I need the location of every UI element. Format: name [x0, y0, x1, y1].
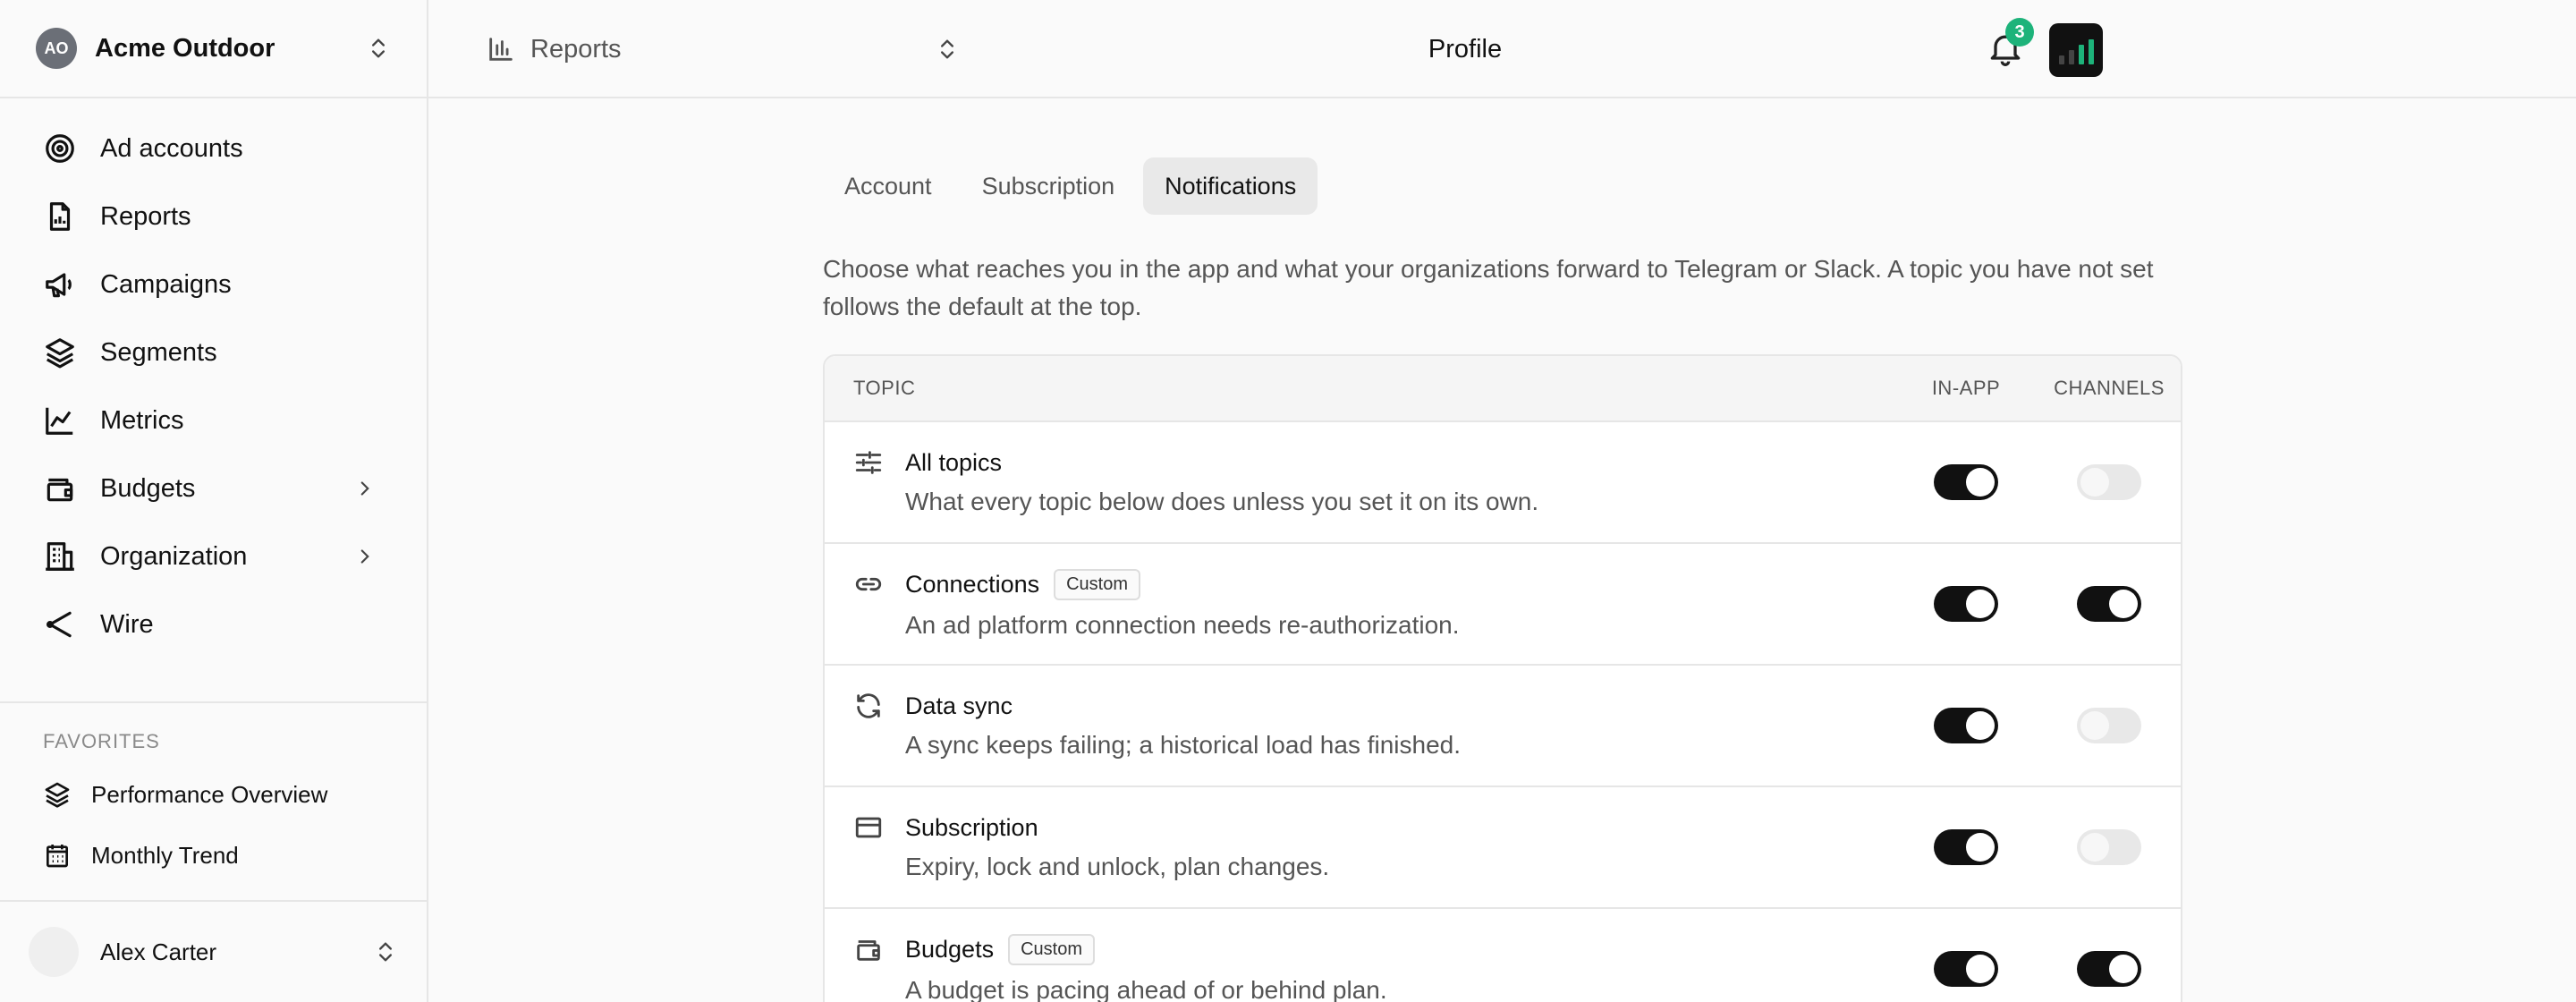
- custom-badge: Custom: [1008, 933, 1095, 965]
- table-header: TOPIC IN-APP CHANNELS: [825, 356, 2181, 422]
- line-chart-icon: [46, 407, 73, 435]
- wallet-icon: [47, 478, 73, 502]
- sidebar-item-segments[interactable]: Segments: [0, 318, 427, 386]
- table-row: Data sync A sync keeps failing; a histor…: [825, 666, 2181, 787]
- in-app-toggle[interactable]: [1934, 829, 1998, 865]
- channels-toggle[interactable]: [2077, 829, 2141, 865]
- header-in-app: IN-APP: [1931, 377, 2001, 399]
- chevron-up-down-icon: [379, 942, 392, 962]
- channels-toggle[interactable]: [2077, 951, 2141, 987]
- tab-notifications[interactable]: Notifications: [1143, 157, 1318, 215]
- calendar-icon: [47, 845, 68, 868]
- sidebar-item-label: Budgets: [100, 473, 196, 503]
- favorite-label: Monthly Trend: [91, 841, 239, 869]
- sidebar-item-reports[interactable]: Reports: [0, 183, 427, 250]
- tab-account[interactable]: Account: [823, 157, 953, 215]
- refresh-icon: [857, 693, 880, 718]
- favorite-item[interactable]: Monthly Trend: [0, 825, 427, 886]
- notification-badge: 3: [2005, 18, 2034, 47]
- sidebar-item-campaigns[interactable]: Campaigns: [0, 250, 427, 318]
- sidebar-item-label: Ad accounts: [100, 133, 243, 163]
- chevron-right-icon: [360, 549, 369, 564]
- profile-tabs: Account Subscription Notifications: [823, 157, 1318, 215]
- sidebar-item-label: Reports: [100, 201, 191, 231]
- header-channels: CHANNELS: [2054, 377, 2165, 399]
- user-name: Alex Carter: [100, 938, 217, 965]
- sidebar-item-wire[interactable]: Wire: [0, 590, 427, 658]
- chevron-up-down-icon: [372, 38, 385, 58]
- row-description: Expiry, lock and unlock, plan changes.: [905, 852, 1330, 880]
- channels-toggle[interactable]: [2077, 464, 2141, 500]
- table-row: All topics What every topic below does u…: [825, 422, 2181, 544]
- report-selector-label: Reports: [530, 34, 622, 64]
- org-name: Acme Outdoor: [95, 33, 275, 63]
- top-bar: Reports Profile: [428, 0, 2576, 98]
- favorites-list: Performance Overview Monthly Trend: [0, 764, 427, 886]
- target-icon: [46, 134, 74, 163]
- org-avatar: AO: [36, 28, 77, 69]
- page-title: Profile: [1428, 34, 1503, 64]
- avatar: [29, 927, 79, 977]
- in-app-toggle[interactable]: [1934, 708, 1998, 743]
- row-title: Subscription: [905, 813, 1038, 841]
- sidebar-item-budgets[interactable]: Budgets: [0, 454, 427, 522]
- org-switcher[interactable]: AO Acme Outdoor: [0, 0, 427, 98]
- sidebar-nav: Ad accounts Reports Campaigns Segments M…: [0, 115, 427, 658]
- user-menu[interactable]: Alex Carter: [0, 900, 427, 1002]
- row-description: A budget is pacing ahead of or behind pl…: [905, 975, 1387, 1002]
- row-description: An ad platform connection needs re-autho…: [905, 610, 1460, 639]
- in-app-toggle[interactable]: [1934, 464, 1998, 500]
- sidebar-item-organization[interactable]: Organization: [0, 522, 427, 590]
- row-description: A sync keeps failing; a historical load …: [905, 730, 1462, 759]
- header-topic: TOPIC: [853, 377, 916, 399]
- intro-text: Choose what reaches you in the app and w…: [823, 255, 2154, 320]
- report-selector[interactable]: Reports: [486, 0, 960, 98]
- sidebar-item-label: Campaigns: [100, 269, 232, 299]
- sidebar-item-label: Organization: [100, 541, 248, 571]
- in-app-toggle[interactable]: [1934, 951, 1998, 987]
- chevron-right-icon: [360, 481, 369, 496]
- layers-icon: [45, 782, 70, 808]
- megaphone-icon: [46, 273, 72, 298]
- sidebar-item-label: Segments: [100, 337, 217, 367]
- layers-icon: [46, 338, 74, 369]
- wallet-icon: [857, 940, 880, 961]
- sidebar-item-label: Metrics: [100, 405, 184, 435]
- sliders-icon: [855, 451, 882, 474]
- notifications-table: TOPIC IN-APP CHANNELS All topics What ev…: [823, 354, 2182, 1002]
- row-title: Budgets: [905, 935, 995, 963]
- channels-toggle[interactable]: [2077, 708, 2141, 743]
- channels-toggle[interactable]: [2077, 586, 2141, 622]
- tab-subscription[interactable]: Subscription: [961, 157, 1137, 215]
- building-icon: [46, 542, 74, 571]
- sidebar: AO Acme Outdoor Ad accounts Reports Camp…: [0, 0, 428, 1002]
- table-row: Subscription Expiry, lock and unlock, pl…: [825, 787, 2181, 909]
- report-file-icon: [49, 202, 71, 231]
- sidebar-item-metrics[interactable]: Metrics: [0, 386, 427, 454]
- in-app-toggle[interactable]: [1934, 586, 1998, 622]
- link-icon: [855, 577, 882, 591]
- row-title: Connections: [905, 570, 1040, 598]
- favorite-label: Performance Overview: [91, 780, 328, 808]
- table-row: Connections Custom An ad platform connect…: [825, 544, 2181, 666]
- app-logo[interactable]: [2049, 23, 2103, 77]
- favorite-item[interactable]: Performance Overview: [0, 764, 427, 825]
- share-icon: [46, 611, 72, 638]
- row-description: What every topic below does unless you s…: [905, 487, 1539, 515]
- credit-card-icon: [855, 817, 882, 838]
- custom-badge: Custom: [1054, 568, 1141, 600]
- row-title: Data sync: [905, 692, 1013, 719]
- chevron-up-down-icon: [941, 39, 953, 59]
- row-title: All topics: [905, 448, 1003, 476]
- sidebar-item-ad-accounts[interactable]: Ad accounts: [0, 115, 427, 183]
- bar-chart-icon: [489, 38, 513, 61]
- favorites-title: FAVORITES: [43, 730, 160, 752]
- table-row: Budgets Custom A budget is pacing ahead o…: [825, 909, 2181, 1002]
- divider: [0, 701, 427, 703]
- sidebar-item-label: Wire: [100, 609, 154, 639]
